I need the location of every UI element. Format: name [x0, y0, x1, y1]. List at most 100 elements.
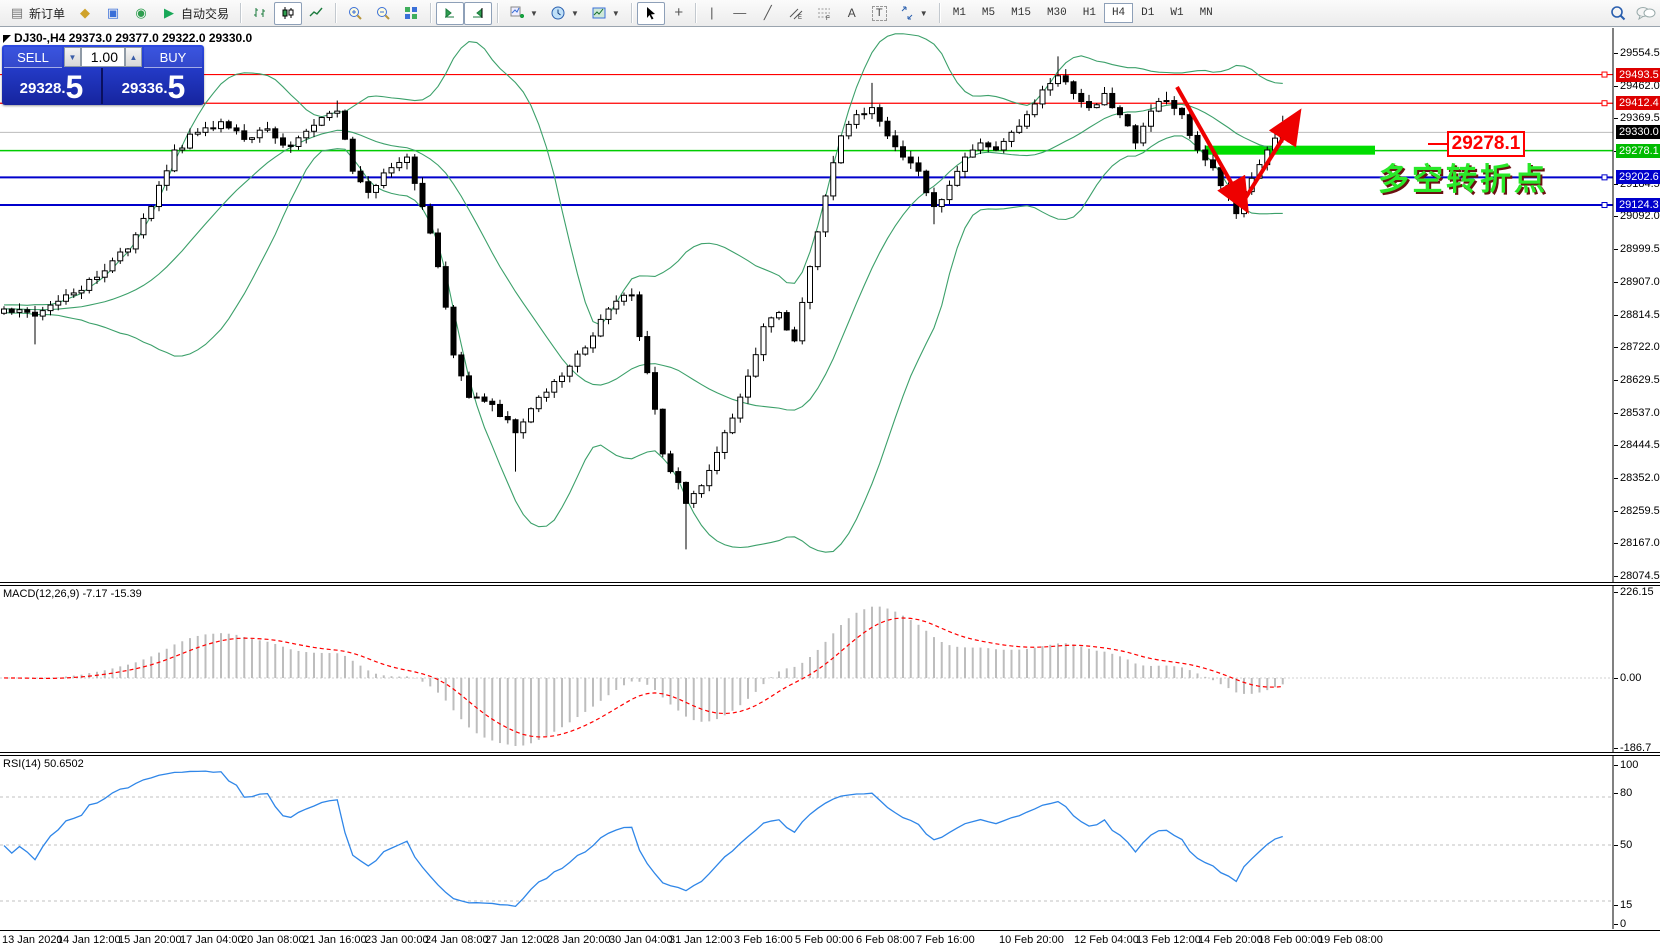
time-axis: 13 Jan 202014 Jan 12:0015 Jan 20:0017 Ja… [0, 930, 1660, 947]
time-axis-label: 20 Jan 08:00 [241, 934, 305, 946]
zoom-in-button[interactable] [341, 2, 369, 25]
sell-price-main: 29328 [20, 76, 62, 102]
rsi-pane[interactable] [0, 756, 1614, 929]
arrows-button[interactable]: ▼ [893, 2, 934, 25]
timeframe-h4-button[interactable]: H4 [1104, 3, 1133, 23]
price-axis-tick: 29092.0 [1620, 210, 1660, 222]
volume-input[interactable]: 1.00 [81, 47, 125, 67]
horizontal-line-button[interactable]: — [726, 2, 754, 25]
price-tag-29493.5: 29493.5 [1616, 68, 1660, 82]
line-chart-icon [308, 5, 324, 21]
indicators-button[interactable]: ▼ [503, 2, 544, 25]
timeframe-m30-button[interactable]: M30 [1039, 3, 1075, 23]
macd-axis-tick: 0.00 [1620, 672, 1641, 684]
crosshair-button[interactable]: + [665, 2, 693, 25]
candlestick-chart-button[interactable] [274, 2, 302, 25]
text-button[interactable]: A [838, 2, 866, 25]
chart-shift-button[interactable] [464, 2, 492, 25]
buy-price[interactable]: 29336.5 [103, 68, 204, 104]
rsi-axis-tick: 15 [1620, 899, 1632, 911]
volume-increase-button[interactable]: ▲ [125, 47, 142, 67]
macd-indicator-label: MACD(12,26,9) -7.17 -15.39 [3, 588, 142, 600]
price-axis-tick: 28814.5 [1620, 309, 1660, 321]
timeframe-d1-button[interactable]: D1 [1133, 3, 1162, 23]
search-icon[interactable] [1610, 5, 1626, 21]
charts-button[interactable]: ▣ [99, 2, 127, 25]
cursor-button[interactable] [637, 2, 665, 25]
line-chart-button[interactable] [302, 2, 330, 25]
tile-windows-button[interactable] [397, 2, 425, 25]
pane-splitter-2[interactable] [0, 752, 1660, 756]
chart-area[interactable]: DJ30-,H4 29373.0 29377.0 29322.0 29330.0… [0, 28, 1660, 947]
time-axis-label: 13 Feb 12:00 [1136, 934, 1201, 946]
timeframe-m5-button[interactable]: M5 [974, 3, 1003, 23]
periods-dropdown-arrow[interactable]: ▼ [571, 9, 579, 18]
one-click-trading-panel: SELL ▼ 1.00 ▲ BUY 29328.5 29336.5 [2, 45, 204, 105]
timeframe-m15-button[interactable]: M15 [1003, 3, 1039, 23]
trendline-button[interactable]: ╱ [754, 2, 782, 25]
indicators-icon [509, 5, 525, 21]
bar-chart-icon [252, 5, 268, 21]
chat-icon[interactable] [1636, 5, 1652, 21]
pivot-annotation-text: 多空转折点 [1378, 154, 1548, 199]
periods-icon [550, 5, 566, 21]
main-price-pane[interactable] [0, 28, 1614, 582]
sell-price[interactable]: 29328.5 [2, 68, 103, 104]
rsi-axis-tick: 50 [1620, 839, 1632, 851]
equidistant-channel-button[interactable]: E [782, 2, 810, 25]
svg-text:F: F [826, 16, 830, 21]
time-axis-label: 28 Jan 20:00 [547, 934, 611, 946]
price-axis-tick: 28444.5 [1620, 439, 1660, 451]
time-axis-label: 17 Jan 04:00 [180, 934, 244, 946]
periods-button[interactable]: ▼ [544, 2, 585, 25]
new-order-label: 新订单 [29, 5, 65, 22]
timeframe-mn-button[interactable]: MN [1192, 3, 1221, 23]
price-axis-tick: 28629.5 [1620, 374, 1660, 386]
timeframe-w1-button[interactable]: W1 [1162, 3, 1191, 23]
rsi-axis-tick: 0 [1620, 918, 1626, 930]
timeframe-m1-button[interactable]: M1 [945, 3, 974, 23]
time-axis-label: 30 Jan 04:00 [609, 934, 673, 946]
cursor-icon [643, 5, 659, 21]
navigator-icon: ◉ [133, 5, 149, 21]
price-axis-tick: 28074.5 [1620, 570, 1660, 582]
timeframe-group: M1M5M15M30H1H4D1W1MN [942, 0, 1224, 27]
buy-price-frac: 5 [168, 72, 186, 102]
profiles-button[interactable]: ◆ [71, 2, 99, 25]
macd-pane[interactable] [0, 586, 1614, 752]
price-axis-tick: 28167.0 [1620, 537, 1660, 549]
timeframe-h1-button[interactable]: H1 [1075, 3, 1104, 23]
charts-icon: ▣ [105, 5, 121, 21]
text-label-icon: T [872, 6, 887, 21]
price-axis-tick: 28907.0 [1620, 276, 1660, 288]
new-order-button[interactable]: ▤ 新订单 [3, 2, 71, 25]
text-label-button[interactable]: T [866, 2, 893, 25]
templates-icon [591, 5, 607, 21]
time-axis-label: 13 Jan 2020 [2, 934, 63, 946]
rsi-axis-tick: 80 [1620, 787, 1632, 799]
pane-splitter-1[interactable] [0, 582, 1660, 586]
fibonacci-button[interactable]: F [810, 2, 838, 25]
vertical-line-button[interactable]: | [698, 2, 726, 25]
price-tag-29124.3: 29124.3 [1616, 198, 1660, 212]
rsi-axis-tick: 100 [1620, 759, 1638, 771]
templates-button[interactable]: ▼ [585, 2, 626, 25]
indicators-dropdown-arrow[interactable]: ▼ [530, 9, 538, 18]
arrows-dropdown-arrow[interactable]: ▼ [920, 9, 928, 18]
templates-dropdown-arrow[interactable]: ▼ [612, 9, 620, 18]
arrows-icon [899, 5, 915, 21]
one-click-collapse-icon[interactable] [3, 35, 11, 43]
buy-button[interactable]: BUY [144, 47, 202, 68]
auto-scroll-button[interactable] [436, 2, 464, 25]
auto-trading-button[interactable]: ▶ 自动交易 [155, 2, 235, 25]
sell-button[interactable]: SELL [4, 47, 62, 68]
pivot-callout-line [1428, 143, 1447, 145]
zoom-out-button[interactable] [369, 2, 397, 25]
navigator-button[interactable]: ◉ [127, 2, 155, 25]
time-axis-label: 21 Jan 16:00 [303, 934, 367, 946]
volume-decrease-button[interactable]: ▼ [64, 47, 81, 67]
time-axis-label: 27 Jan 12:00 [485, 934, 549, 946]
auto-trading-icon: ▶ [161, 5, 177, 21]
bar-chart-button[interactable] [246, 2, 274, 25]
time-axis-label: 14 Feb 20:00 [1198, 934, 1263, 946]
